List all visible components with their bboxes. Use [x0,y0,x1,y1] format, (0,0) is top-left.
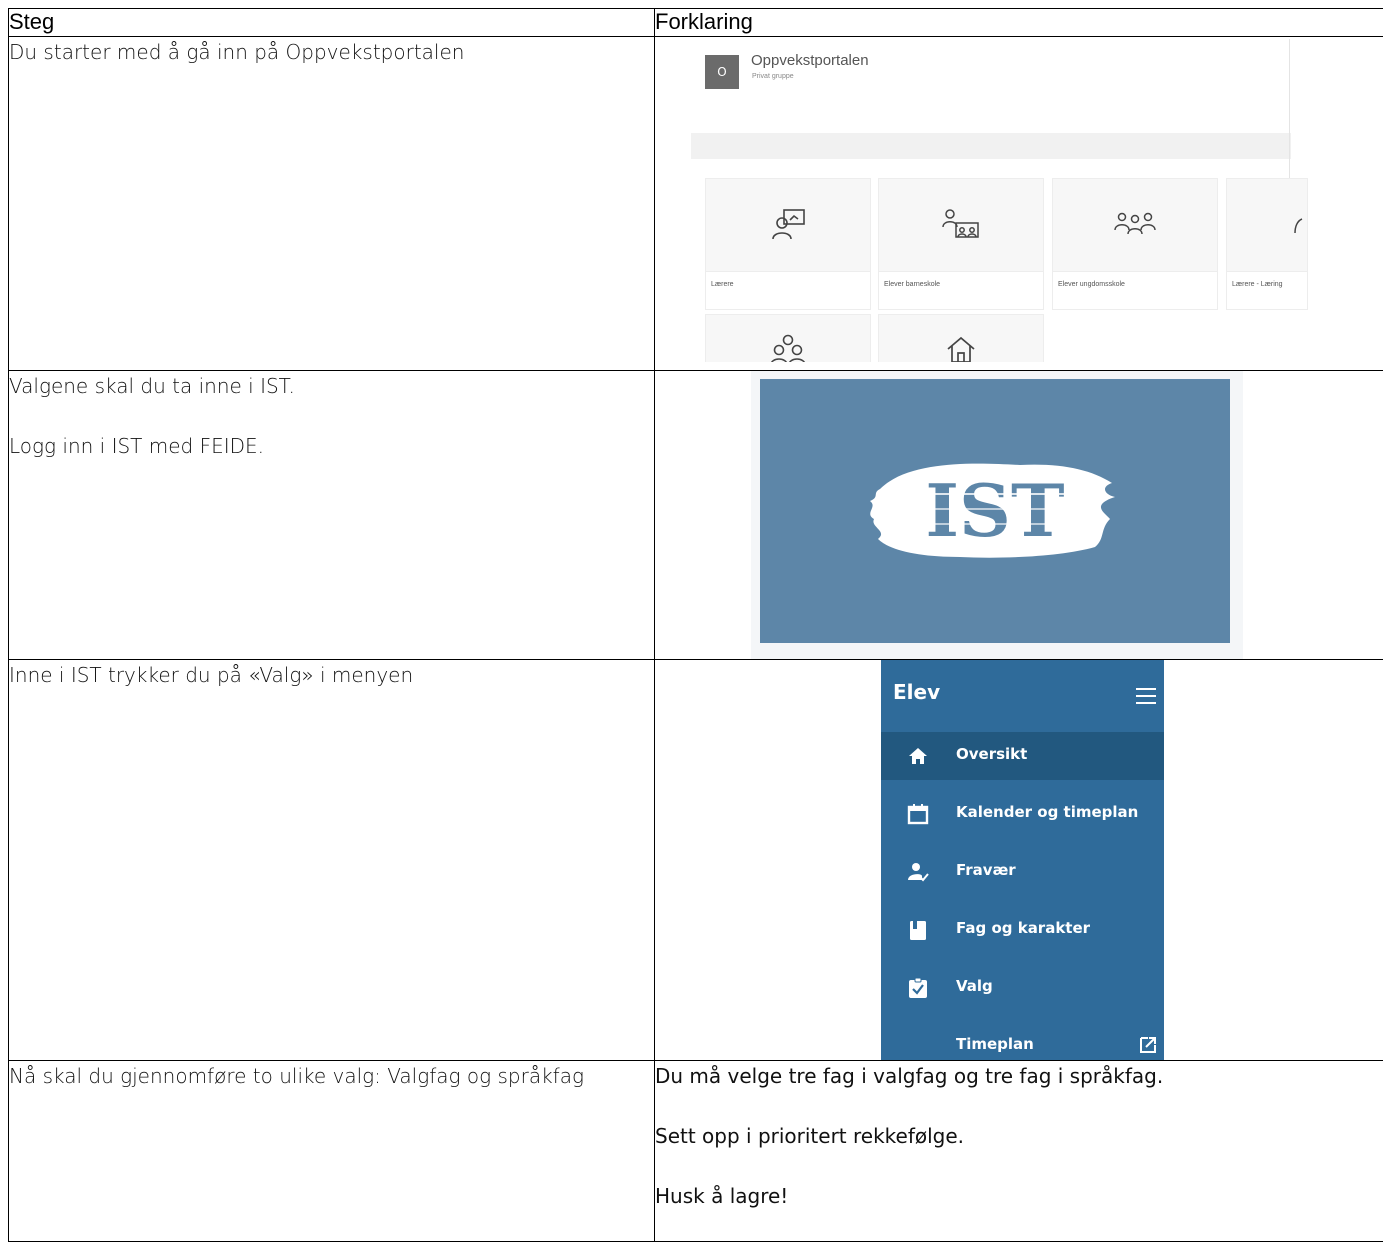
external-link-icon [1140,1037,1156,1053]
menu-item-valg[interactable]: Valg [881,964,1164,1012]
step-cell: Du starter med å gå inn på Oppvekstporta… [8,36,655,371]
three-people-icon [706,315,870,362]
calendar-icon [907,804,929,825]
ist-menu-screenshot: Elev Oversikt Kalender og timeplan Fravæ… [655,660,1383,1060]
step-text: Inne i IST trykker du på «Valg» i menyen [9,663,414,687]
ist-logo-panel[interactable]: IST [760,379,1230,643]
step-cell: Nå skal du gjennomføre to ulike valg: Va… [8,1060,655,1242]
explanation-text: Sett opp i prioritert rekkefølge. [655,1124,965,1148]
table-header-row: Steg Forklaring [8,8,1383,37]
portal-tile-elever-ungdomsskole[interactable]: Elever ungdomsskole [1052,178,1218,310]
step-cell: Inne i IST trykker du på «Valg» i menyen [8,659,655,1061]
ist-logo: IST [870,463,1115,558]
explanation-cell: Elev Oversikt Kalender og timeplan Fravæ… [654,659,1383,1061]
menu-item-fravaer[interactable]: Fravær [881,848,1164,896]
menu-item-label: Kalender og timeplan [956,803,1139,821]
explanation-cell: O Oppvekstportalen Privat gruppe Lærere … [654,36,1383,371]
menu-item-label: Fravær [956,861,1016,879]
tile-label: Lærere [706,271,870,309]
portal-vertical-divider [1289,39,1290,179]
absence-person-check-icon [908,863,929,882]
table-row: Valgene skal du ta inne i IST. Logg inn … [8,370,1383,660]
portal-tile-laerere[interactable]: Lærere [705,178,871,310]
portal-screenshot: O Oppvekstportalen Privat gruppe Lærere … [655,37,1383,362]
tile-label: Elever barneskole [879,271,1043,309]
menu-item-oversikt[interactable]: Oversikt [881,732,1164,780]
portal-tile-home[interactable] [878,314,1044,362]
step-text: Valgene skal du ta inne i IST. [9,374,295,398]
ist-logo-text: IST [925,468,1064,553]
portal-logo: O [705,55,739,89]
portal-subtitle: Privat gruppe [752,73,794,80]
menu-item-label: Fag og karakter [956,919,1091,937]
step-text: Du starter med å gå inn på Oppvekstporta… [9,40,465,64]
menu-item-timeplan[interactable]: Timeplan [881,1022,1164,1060]
table-row: Inne i IST trykker du på «Valg» i menyen… [8,659,1383,1061]
person-icon [1227,179,1307,271]
portal-title: Oppvekstportalen [751,52,869,69]
header-explanation: Forklaring [654,8,1383,37]
book-icon [910,921,926,940]
students-desks-icon [879,179,1043,271]
table-row: Nå skal du gjennomføre to ulike valg: Va… [8,1060,1383,1242]
teacher-board-icon [706,179,870,271]
header-step: Steg [8,8,655,37]
home-icon [879,315,1043,362]
explanation-text: Husk å lagre! [655,1184,789,1208]
group-people-icon [1053,179,1217,271]
tile-label: Elever ungdomsskole [1053,271,1217,309]
portal-tile-laerere-laering[interactable]: Lærere - Læring [1226,178,1308,310]
menu-item-fag-og-karakter[interactable]: Fag og karakter [881,906,1164,954]
menu-item-label: Oversikt [956,745,1028,763]
ist-screenshot: IST [655,371,1383,659]
guide-table: Steg Forklaring Du starter med å gå inn … [8,8,1383,1242]
menu-item-label: Timeplan [956,1035,1034,1053]
explanation-cell: IST [654,370,1383,660]
step-text: Logg inn i IST med FEIDE. [9,434,265,458]
step-text: Nå skal du gjennomføre to ulike valg: Va… [9,1064,584,1088]
explanation-cell: Du må velge tre fag i valgfag og tre fag… [654,1060,1383,1242]
portal-tile-people[interactable] [705,314,871,362]
table-row: Du starter med å gå inn på Oppvekstporta… [8,36,1383,371]
menu-title: Elev [893,680,941,704]
explanation-text: Du må velge tre fag i valgfag og tre fag… [655,1064,1164,1088]
clipboard-check-icon [909,977,927,998]
portal-tile-elever-barneskole[interactable]: Elever barneskole [878,178,1044,310]
hamburger-icon[interactable] [1136,688,1156,709]
elev-sidebar-menu: Elev Oversikt Kalender og timeplan Fravæ… [881,660,1164,1060]
menu-item-label: Valg [956,977,993,995]
tile-label: Lærere - Læring [1227,271,1307,309]
portal-divider [691,133,1291,159]
menu-item-kalender[interactable]: Kalender og timeplan [881,790,1164,838]
home-icon [909,748,927,764]
step-cell: Valgene skal du ta inne i IST. Logg inn … [8,370,655,660]
